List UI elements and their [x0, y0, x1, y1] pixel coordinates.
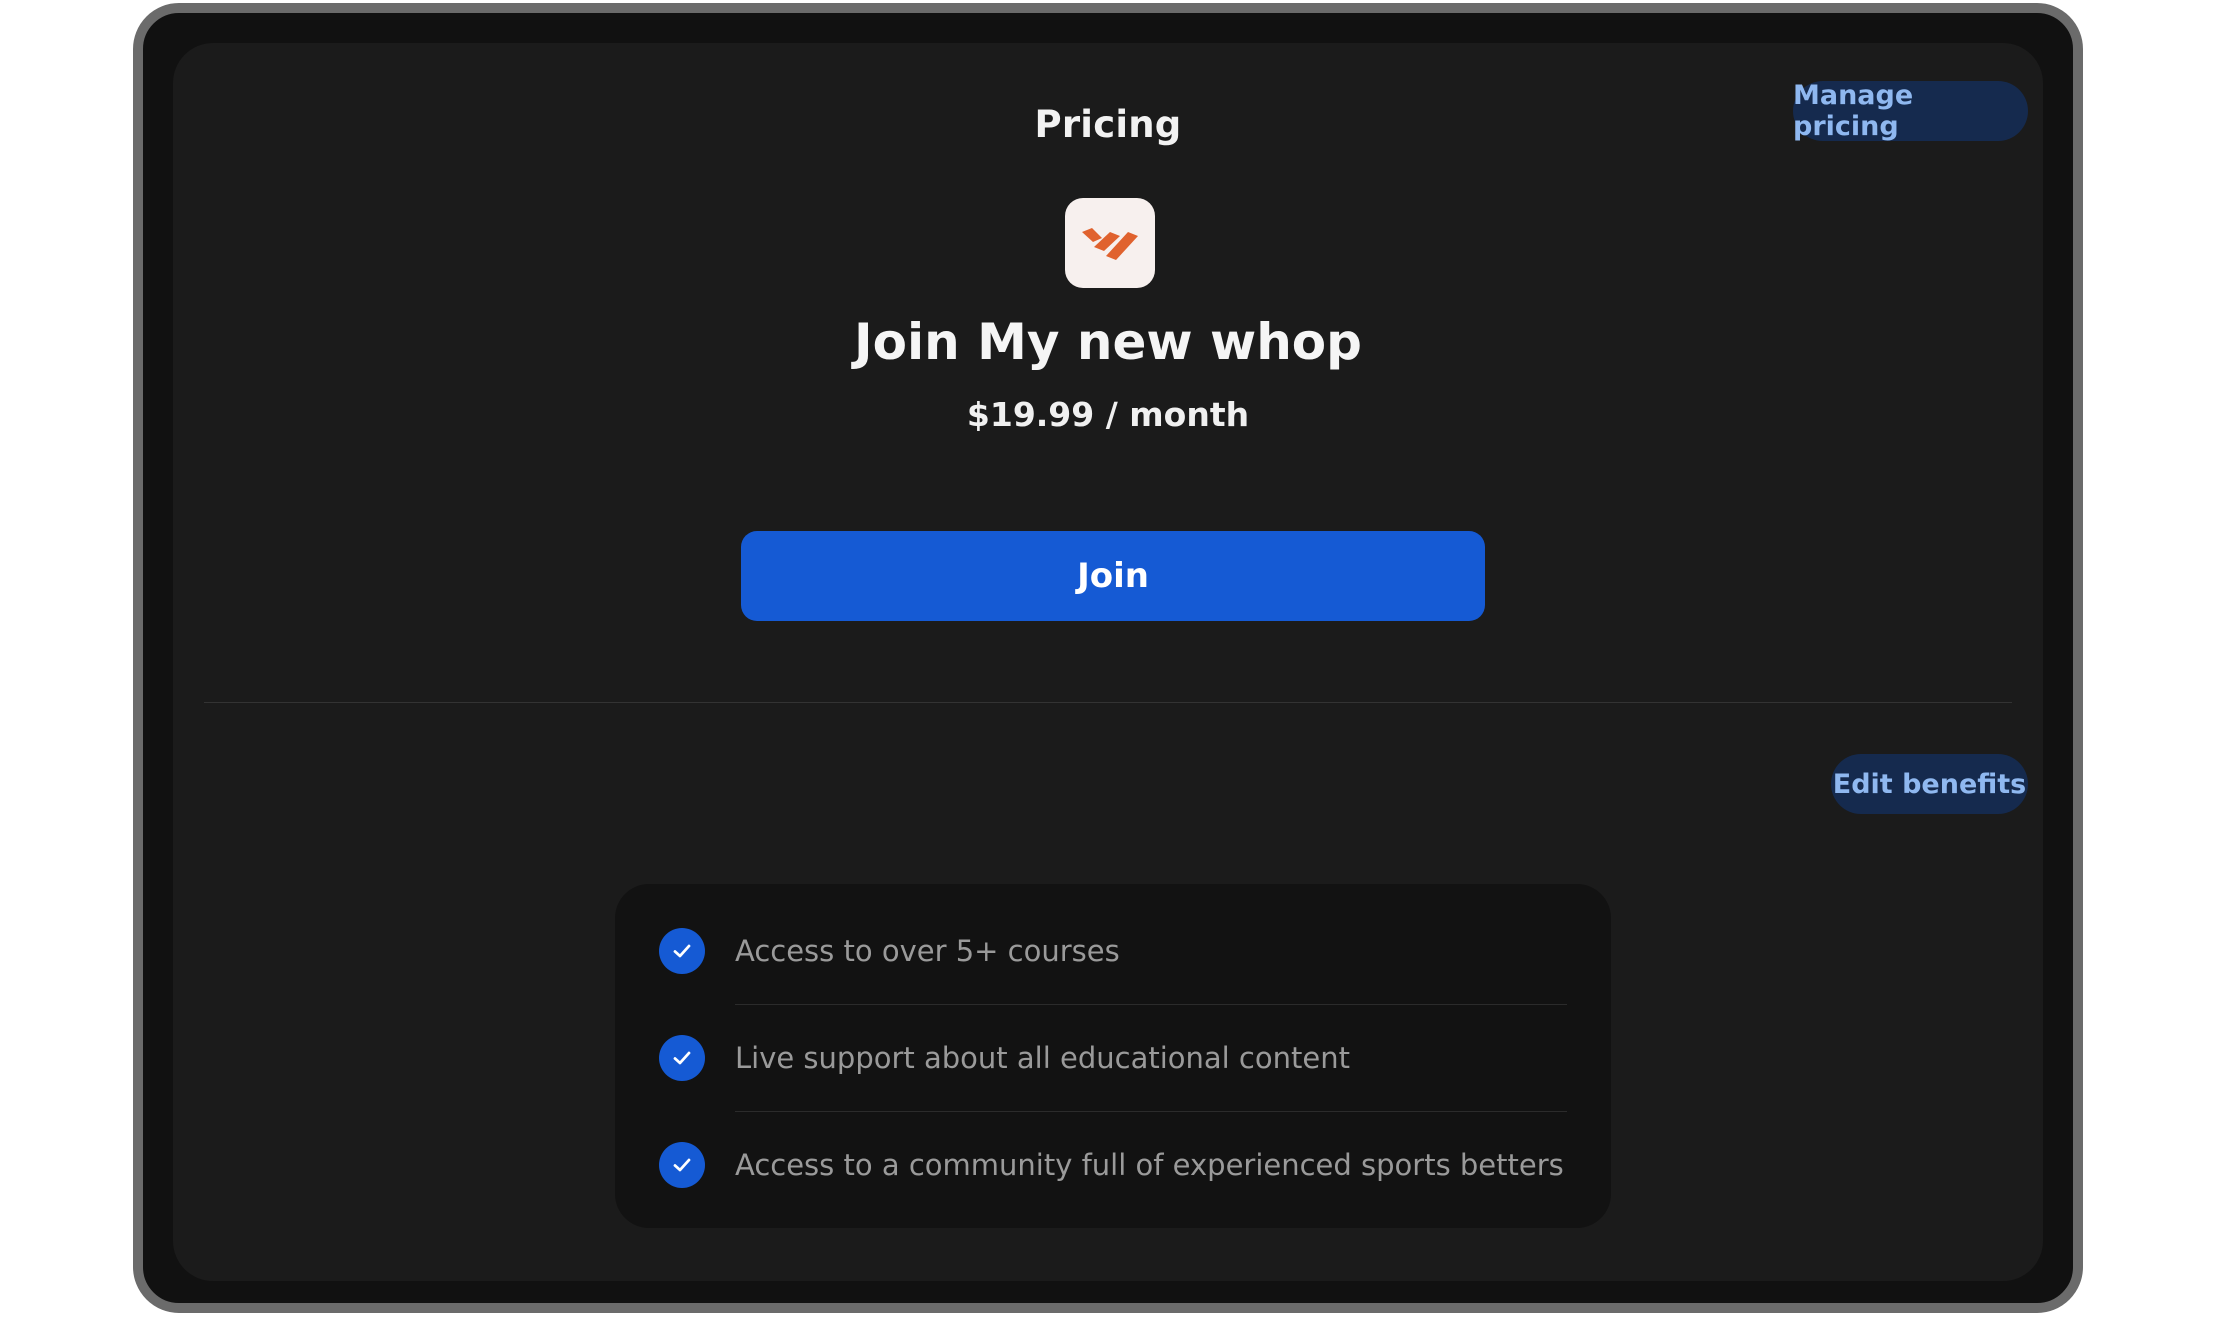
edit-benefits-button[interactable]: Edit benefits: [1831, 754, 2028, 814]
check-icon: [659, 1034, 705, 1081]
pricing-screen: Pricing Manage pricing Join My new whop …: [173, 43, 2043, 1281]
section-divider: [204, 702, 2012, 703]
page-title: Pricing: [1034, 103, 1182, 146]
benefit-item: Access to a community full of experience…: [659, 1111, 1567, 1218]
check-icon: [659, 927, 705, 974]
benefit-label: Access to over 5+ courses: [735, 933, 1120, 968]
product-price: $19.99 / month: [966, 395, 1250, 434]
device-frame: Pricing Manage pricing Join My new whop …: [133, 3, 2083, 1313]
benefit-label: Access to a community full of experience…: [735, 1147, 1564, 1182]
benefit-item: Access to over 5+ courses: [659, 897, 1567, 1004]
join-button[interactable]: Join: [741, 531, 1485, 621]
product-title: Join My new whop: [854, 313, 1362, 371]
manage-pricing-button[interactable]: Manage pricing: [1793, 80, 2028, 142]
benefits-list: Access to over 5+ courses Live support a…: [615, 884, 1611, 1228]
check-icon: [659, 1141, 705, 1188]
whop-logo-icon: [1065, 198, 1155, 288]
benefit-label: Live support about all educational conte…: [735, 1040, 1350, 1075]
benefit-item: Live support about all educational conte…: [659, 1004, 1567, 1111]
